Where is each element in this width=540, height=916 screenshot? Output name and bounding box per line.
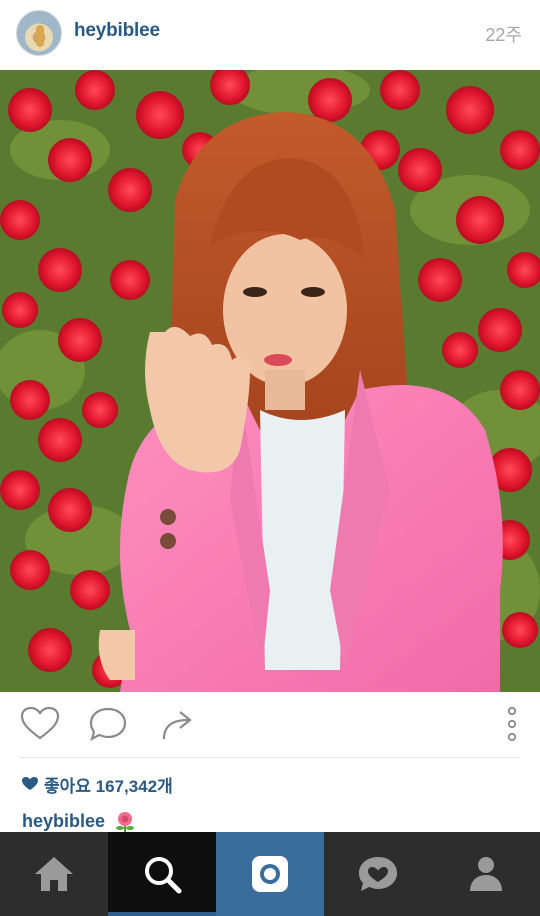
home-icon bbox=[35, 857, 73, 891]
caption: heybiblee bbox=[22, 810, 137, 832]
tab-camera[interactable] bbox=[216, 832, 324, 916]
activity-icon bbox=[359, 857, 397, 891]
camera-icon bbox=[252, 856, 288, 892]
speech-bubble-icon bbox=[89, 707, 127, 742]
profile-icon bbox=[470, 857, 502, 891]
share-arrow-icon bbox=[162, 711, 192, 740]
avatar[interactable] bbox=[16, 10, 62, 56]
share-button[interactable] bbox=[158, 706, 198, 742]
more-options-button[interactable] bbox=[500, 706, 524, 742]
caption-username[interactable]: heybiblee bbox=[22, 811, 105, 832]
post-header: heybiblee 22주 bbox=[0, 0, 540, 70]
heart-filled-icon bbox=[22, 777, 38, 790]
like-button[interactable] bbox=[20, 706, 60, 742]
post-username[interactable]: heybiblee bbox=[74, 20, 160, 42]
divider bbox=[20, 757, 520, 758]
post-photo[interactable] bbox=[0, 70, 540, 692]
tab-home[interactable] bbox=[0, 832, 108, 916]
heart-outline-icon bbox=[20, 706, 60, 740]
post-timestamp: 22주 bbox=[485, 25, 522, 45]
search-icon bbox=[145, 857, 182, 894]
bottom-tab-bar bbox=[0, 832, 540, 916]
tab-profile[interactable] bbox=[432, 832, 540, 916]
tab-activity[interactable] bbox=[324, 832, 432, 916]
post-photo-image bbox=[0, 70, 540, 692]
likes-text: 좋아요 167,342개 bbox=[44, 776, 173, 796]
post-actions bbox=[0, 692, 540, 754]
comment-button[interactable] bbox=[88, 706, 128, 742]
tab-search[interactable] bbox=[108, 832, 216, 916]
vertical-dots-icon bbox=[507, 706, 517, 742]
likes-count[interactable]: 좋아요 167,342개 bbox=[22, 773, 173, 796]
rose-icon bbox=[116, 812, 135, 832]
